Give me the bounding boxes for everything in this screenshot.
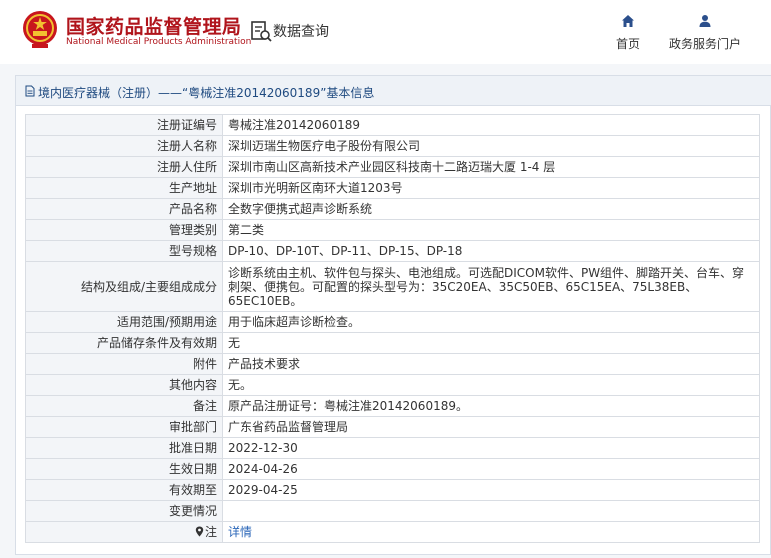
note-label-cell: 注: [25, 521, 223, 543]
table-row: 生效日期 2024-04-26: [25, 458, 760, 480]
site-subtitle: National Medical Products Administration: [66, 37, 252, 47]
table-row: 型号规格 DP-10、DP-10T、DP-11、DP-15、DP-18: [25, 240, 760, 262]
field-value: DP-10、DP-10T、DP-11、DP-15、DP-18: [222, 240, 760, 262]
document-icon: [25, 85, 35, 97]
field-label: 批准日期: [25, 437, 223, 459]
field-value: 深圳市南山区高新技术产业园区科技南十二路迈瑞大厦 1-4 层: [222, 156, 760, 178]
field-value: 原产品注册证号：粤械注准20142060189。: [222, 395, 760, 417]
field-value: 广东省药品监督管理局: [222, 416, 760, 438]
national-emblem-icon: [23, 11, 57, 48]
field-value: 无。: [222, 374, 760, 396]
nav-home[interactable]: 首页: [608, 14, 648, 54]
field-value: 全数字便携式超声诊断系统: [222, 198, 760, 220]
nav-service-label: 政务服务门户: [668, 37, 741, 51]
user-icon: [699, 15, 711, 27]
field-label: 附件: [25, 353, 223, 375]
field-label: 型号规格: [25, 240, 223, 262]
field-value: 诊断系统由主机、软件包与探头、电池组成。可选配DICOM软件、PW组件、脚踏开关…: [222, 261, 760, 312]
field-value: 第二类: [222, 219, 760, 241]
field-label: 其他内容: [25, 374, 223, 396]
field-label: 管理类别: [25, 219, 223, 241]
field-label: 生效日期: [25, 458, 223, 480]
table-row: 产品名称 全数字便携式超声诊断系统: [25, 198, 760, 220]
breadcrumb-text: 境内医疗器械（注册）——“粤械注准20142060189”基本信息: [38, 86, 375, 100]
table-row-note: 注详情: [25, 521, 760, 543]
details-link[interactable]: 详情: [228, 525, 252, 539]
field-label: 注册人名称: [25, 135, 223, 157]
table-row: 生产地址 深圳市光明新区南环大道1203号: [25, 177, 760, 199]
field-value: 用于临床超声诊断检查。: [222, 311, 760, 333]
field-label: 备注: [25, 395, 223, 417]
field-label: 产品名称: [25, 198, 223, 220]
field-label: 审批部门: [25, 416, 223, 438]
table-row: 有效期至 2029-04-25: [25, 479, 760, 501]
field-value: [222, 500, 760, 522]
field-label: 注册人住所: [25, 156, 223, 178]
nav-home-label: 首页: [615, 37, 640, 51]
field-value: 2029-04-25: [222, 479, 760, 501]
home-icon: [622, 15, 634, 27]
detail-panel: 境内医疗器械（注册）——“粤械注准20142060189”基本信息 注册证编号粤…: [15, 75, 771, 555]
field-label: 变更情况: [25, 500, 223, 522]
field-value: 粤械注准20142060189: [222, 114, 760, 136]
nav-service-portal[interactable]: 政务服务门户: [662, 14, 748, 54]
info-pin-icon: [195, 526, 204, 537]
table-row: 注册人名称 深圳迈瑞生物医疗电子股份有限公司: [25, 135, 760, 157]
field-value: 深圳迈瑞生物医疗电子股份有限公司: [222, 135, 760, 157]
note-label: 注: [204, 525, 217, 539]
table-row: 审批部门 广东省药品监督管理局: [25, 416, 760, 438]
field-label: 适用范围/预期用途: [25, 311, 223, 333]
field-label: 生产地址: [25, 177, 223, 199]
table-row: 备注 原产品注册证号：粤械注准20142060189。: [25, 395, 760, 417]
field-label: 结构及组成/主要组成成分: [25, 261, 223, 312]
field-value: 2024-04-26: [222, 458, 760, 480]
registration-info-table: 注册证编号 粤械注准20142060189 注册人名称 深圳迈瑞生物医疗电子股份有限公…: [25, 114, 760, 543]
field-value: 深圳市光明新区南环大道1203号: [222, 177, 760, 199]
field-value: 2022-12-30: [222, 437, 760, 459]
breadcrumb: 境内医疗器械（注册）——“粤械注准20142060189”基本信息: [16, 76, 771, 106]
data-query-icon: [251, 21, 272, 42]
table-row: 批准日期 2022-12-30: [25, 437, 760, 459]
field-value: 无: [222, 332, 760, 354]
table-row: 结构及组成/主要组成成分 诊断系统由主机、软件包与探头、电池组成。可选配DICOM…: [25, 261, 760, 312]
table-row: 管理类别 第二类: [25, 219, 760, 241]
table-row: 产品储存条件及有效期无: [25, 332, 760, 354]
table-row: 适用范围/预期用途 用于临床超声诊断检查。: [25, 311, 760, 333]
field-label: 有效期至: [25, 479, 223, 501]
table-row: 其他内容 无。: [25, 374, 760, 396]
note-value-cell: 详情: [222, 521, 760, 543]
field-value: 产品技术要求: [222, 353, 760, 375]
field-label: 产品储存条件及有效期: [25, 332, 223, 354]
table-row: 注册证编号 粤械注准20142060189: [25, 114, 760, 136]
site-header: 国家药品监督管理局 National Medical Products Admi…: [0, 0, 771, 64]
table-row: 注册人住所 深圳市南山区高新技术产业园区科技南十二路迈瑞大厦 1-4 层: [25, 156, 760, 178]
data-query-label[interactable]: 数据查询: [273, 21, 329, 41]
site-title[interactable]: 国家药品监督管理局: [66, 12, 242, 39]
table-row: 附件 产品技术要求: [25, 353, 760, 375]
field-label: 注册证编号: [25, 114, 223, 136]
table-row: 变更情况: [25, 500, 760, 522]
